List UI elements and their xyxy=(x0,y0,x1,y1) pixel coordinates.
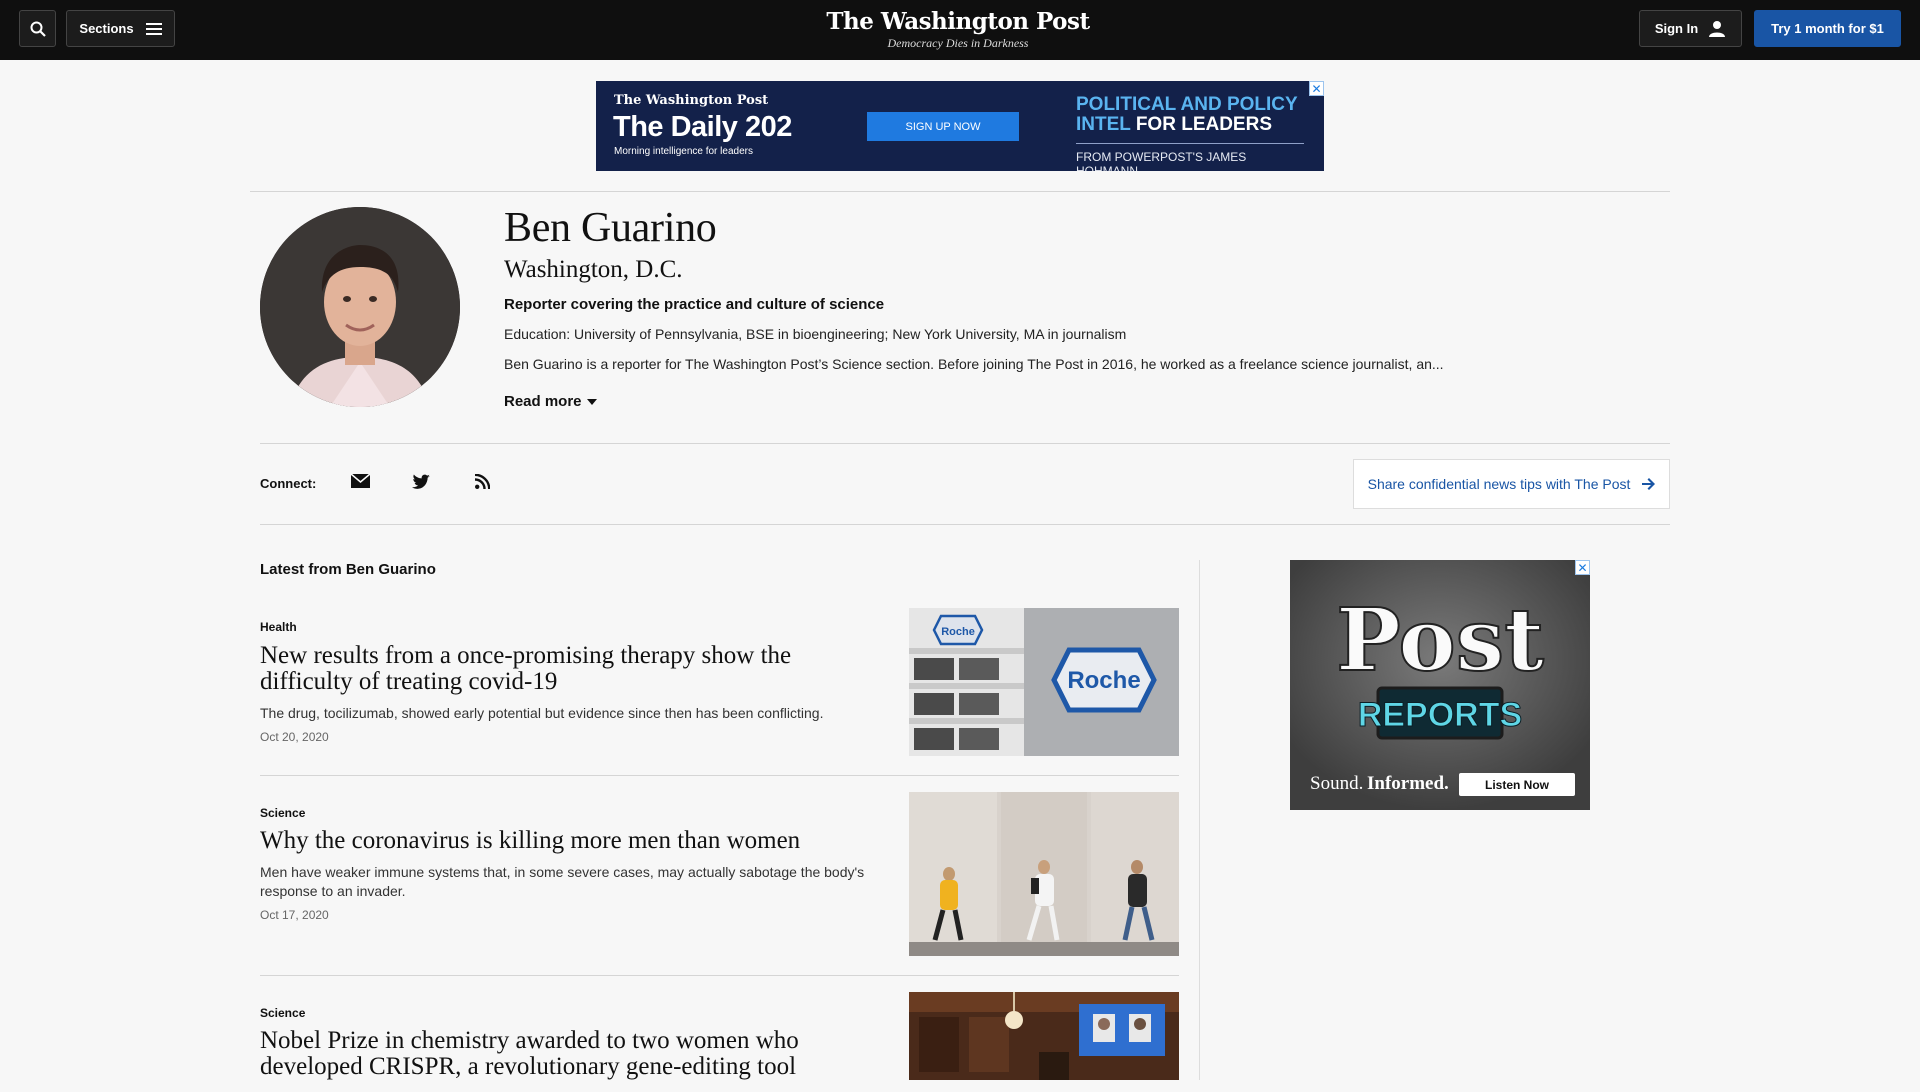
post-reports-ad[interactable]: Post REPORTS Sound. Informed. Listen Now xyxy=(1290,560,1590,810)
read-more-label: Read more xyxy=(504,393,582,410)
author-name: Ben Guarino xyxy=(504,205,717,251)
email-icon[interactable] xyxy=(349,470,371,492)
story-headline[interactable]: Why the coronavirus is killing more men … xyxy=(260,828,860,854)
side-ad-close-icon[interactable]: ✕ xyxy=(1575,560,1590,575)
connect-divider xyxy=(260,524,1670,525)
story-date: Oct 20, 2020 xyxy=(260,730,329,744)
logo-name: The Washington Post xyxy=(826,8,1090,35)
sign-in-button[interactable]: Sign In xyxy=(1639,10,1742,47)
user-icon xyxy=(1709,20,1726,37)
sections-label: Sections xyxy=(79,21,134,36)
roche-small-sign-text: Roche xyxy=(941,626,975,638)
ad-headline: The Daily 202 xyxy=(613,111,792,143)
tips-label: Share confidential news tips with The Po… xyxy=(1367,476,1631,492)
daily-202-ad[interactable]: The Washington Post The Daily 202 Mornin… xyxy=(596,81,1324,171)
story-item[interactable]: Health New results from a once-promising… xyxy=(260,608,1179,775)
story-date: Oct 17, 2020 xyxy=(260,908,329,922)
ad-right-line2a: INTEL xyxy=(1076,114,1131,135)
ad-close-icon[interactable]: ✕ xyxy=(1309,81,1324,96)
caret-down-icon xyxy=(586,398,597,405)
ad-reports-subtitle: REPORTS xyxy=(1358,696,1522,734)
ad-right-headline: POLITICAL AND POLICY INTEL FOR LEADERS xyxy=(1076,95,1298,135)
story-thumbnail[interactable] xyxy=(909,992,1179,1080)
bio-divider xyxy=(260,443,1670,444)
author-location: Washington, D.C. xyxy=(504,256,683,283)
ad-right-byline: FROM POWERPOST'S JAMES HOHMANN xyxy=(1076,143,1304,171)
twitter-icon[interactable] xyxy=(410,470,432,492)
story-dek: The drug, tocilizumab, showed early pote… xyxy=(260,705,824,721)
trial-label: Try 1 month for $1 xyxy=(1771,21,1884,36)
author-education: Education: University of Pennsylvania, B… xyxy=(504,326,1127,342)
author-bio: Ben Guarino is a reporter for The Washin… xyxy=(504,356,1444,372)
latest-section-title: Latest from Ben Guarino xyxy=(260,561,436,578)
column-divider xyxy=(1199,560,1200,1080)
story-headline[interactable]: New results from a once-promising therap… xyxy=(260,643,860,695)
hamburger-icon xyxy=(145,22,162,35)
ad-signup-button[interactable]: SIGN UP NOW xyxy=(867,112,1019,141)
rss-icon[interactable] xyxy=(471,470,493,492)
story-item[interactable]: Science Nobel Prize in chemistry awarded… xyxy=(260,992,1179,1092)
story-kicker[interactable]: Science xyxy=(260,806,305,820)
story-kicker[interactable]: Health xyxy=(260,620,297,634)
story-headline[interactable]: Nobel Prize in chemistry awarded to two … xyxy=(260,1028,860,1080)
story-item[interactable]: Science Why the coronavirus is killing m… xyxy=(260,792,1179,975)
ad-subline: Morning intelligence for leaders xyxy=(614,146,753,157)
sections-menu-button[interactable]: Sections xyxy=(66,10,175,47)
top-navigation-bar: Sections The Washington Post Democracy D… xyxy=(0,0,1920,60)
ad-brand: The Washington Post xyxy=(614,93,769,108)
ad-post-title: Post xyxy=(1336,590,1544,691)
ad-listen-now-button[interactable]: Listen Now xyxy=(1485,778,1550,792)
author-avatar xyxy=(260,207,460,407)
washington-post-logo[interactable]: The Washington Post Democracy Dies in Da… xyxy=(800,8,1116,51)
search-icon xyxy=(30,21,46,37)
roche-sign-text: Roche xyxy=(1067,667,1140,694)
search-button[interactable] xyxy=(19,10,56,47)
read-more-button[interactable]: Read more xyxy=(504,393,597,410)
arrow-right-icon xyxy=(1642,478,1656,490)
story-kicker[interactable]: Science xyxy=(260,1006,305,1020)
share-news-tips-button[interactable]: Share confidential news tips with The Po… xyxy=(1353,459,1670,509)
header-divider xyxy=(250,191,1670,192)
ad-right-line1: POLITICAL AND POLICY xyxy=(1076,94,1298,115)
ad-tagline-a: Sound. xyxy=(1310,773,1363,794)
story-dek: Men have weaker immune systems that, in … xyxy=(260,864,865,899)
subscribe-trial-button[interactable]: Try 1 month for $1 xyxy=(1754,10,1901,47)
logo-tagline: Democracy Dies in Darkness xyxy=(887,36,1029,50)
story-divider xyxy=(260,775,1179,776)
ad-tagline-b: Informed. xyxy=(1367,773,1449,794)
author-role: Reporter covering the practice and cultu… xyxy=(504,296,885,313)
connect-label: Connect: xyxy=(260,476,317,491)
story-divider xyxy=(260,975,1179,976)
story-thumbnail[interactable]: Roche Roche xyxy=(909,608,1179,756)
ad-right-line2b: FOR LEADERS xyxy=(1135,114,1273,135)
sign-in-label: Sign In xyxy=(1654,21,1699,36)
story-thumbnail[interactable] xyxy=(909,792,1179,956)
